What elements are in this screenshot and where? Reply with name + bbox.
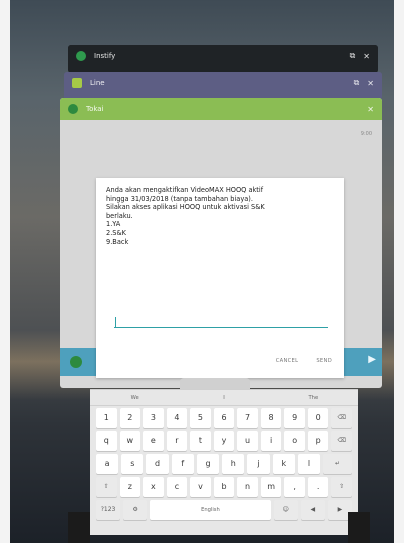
- key[interactable]: p: [307, 431, 329, 451]
- key[interactable]: z: [119, 477, 141, 497]
- space-key[interactable]: English: [150, 500, 271, 520]
- enter-key[interactable]: ↵: [323, 454, 353, 474]
- key[interactable]: x: [143, 477, 164, 497]
- app-icon: [72, 78, 82, 88]
- emoji-icon[interactable]: ☺: [273, 500, 298, 520]
- recent-app-title-1: Instify: [94, 52, 116, 60]
- key[interactable]: a: [96, 454, 119, 474]
- keyboard: We I The 1 2 3 4 5 6 7 8 9 0 ⌫ q w e r t…: [90, 389, 358, 535]
- gear-icon[interactable]: ⚙: [123, 500, 148, 520]
- key[interactable]: g: [196, 454, 220, 474]
- key[interactable]: y: [213, 431, 235, 451]
- key[interactable]: o: [284, 431, 305, 451]
- key[interactable]: j: [247, 454, 270, 474]
- key[interactable]: b: [213, 477, 235, 497]
- key[interactable]: ,: [284, 477, 305, 497]
- keyboard-row-asdf: a s d f g h j k l ↵: [96, 454, 353, 474]
- key[interactable]: 3: [143, 408, 164, 428]
- key[interactable]: 0: [307, 408, 329, 428]
- recent-app-bar-3: Tokai ✕: [60, 98, 382, 120]
- key[interactable]: e: [143, 431, 164, 451]
- key[interactable]: v: [190, 477, 211, 497]
- suggestion-3[interactable]: The: [269, 390, 358, 405]
- symbols-key[interactable]: ?123: [96, 500, 121, 520]
- key[interactable]: h: [222, 454, 245, 474]
- app-icon: [76, 51, 86, 61]
- dialog-message-line: hingga 31/03/2018 (tanpa tambahan biaya)…: [106, 194, 253, 203]
- key[interactable]: 7: [237, 408, 258, 428]
- recent-app-bar-2: Line ⧉ ✕: [64, 72, 382, 94]
- navigation-shadow-left: [68, 512, 90, 543]
- dialog-message-line: Silakan akses aplikasi HOOQ untuk aktiva…: [106, 203, 265, 212]
- close-icon[interactable]: ✕: [367, 105, 374, 114]
- navigation-shadow-right: [348, 512, 370, 543]
- dialog-message-line: berlaku.: [106, 211, 133, 220]
- backspace-key[interactable]: ⌫: [331, 408, 353, 428]
- text-cursor: [115, 317, 116, 328]
- ussd-dialog: Anda akan mengaktifkan VideoMAX HOOQ akt…: [96, 178, 344, 378]
- key[interactable]: d: [146, 454, 169, 474]
- key[interactable]: u: [237, 431, 258, 451]
- key[interactable]: 5: [190, 408, 211, 428]
- key[interactable]: n: [237, 477, 258, 497]
- key[interactable]: 9: [284, 408, 305, 428]
- shift-key[interactable]: ⇧: [96, 477, 117, 497]
- split-icon[interactable]: ⧉: [354, 78, 360, 88]
- recent-app-card-1[interactable]: Instify ⧉ ✕: [68, 45, 378, 73]
- recent-app-title-3: Tokai: [86, 105, 104, 113]
- app-icon: [68, 104, 78, 114]
- key[interactable]: 2: [119, 408, 141, 428]
- dialog-actions: CANCEL SEND: [276, 358, 332, 364]
- recent-app-card-2[interactable]: Line ⧉ ✕: [64, 72, 382, 100]
- key[interactable]: r: [166, 431, 188, 451]
- app-icon: [70, 356, 82, 368]
- recent-app-bar-1: Instify ⧉ ✕: [68, 45, 378, 67]
- key[interactable]: k: [272, 454, 295, 474]
- key[interactable]: i: [260, 431, 282, 451]
- keyboard-row-zxcv: ⇧ z x c v b n m , . ⇧: [96, 477, 353, 497]
- key[interactable]: w: [119, 431, 141, 451]
- key[interactable]: s: [121, 454, 144, 474]
- send-button[interactable]: SEND: [316, 358, 332, 364]
- cancel-button[interactable]: CANCEL: [276, 358, 299, 364]
- key[interactable]: m: [260, 477, 282, 497]
- key[interactable]: c: [166, 477, 188, 497]
- shift-key[interactable]: ⇧: [331, 477, 353, 497]
- key[interactable]: t: [190, 431, 211, 451]
- suggestion-strip: We I The: [90, 390, 358, 406]
- recent-app-title-2: Line: [90, 79, 105, 87]
- backspace-key[interactable]: ⌫: [331, 431, 353, 451]
- keyboard-row-numbers: 1 2 3 4 5 6 7 8 9 0 ⌫: [96, 408, 353, 428]
- suggestion-2[interactable]: I: [179, 390, 268, 405]
- reply-input[interactable]: [114, 316, 328, 328]
- key[interactable]: 8: [260, 408, 282, 428]
- key[interactable]: f: [171, 454, 194, 474]
- key[interactable]: .: [307, 477, 329, 497]
- close-icon[interactable]: ✕: [363, 52, 370, 61]
- key[interactable]: 6: [213, 408, 235, 428]
- close-icon[interactable]: ✕: [367, 79, 374, 88]
- keyboard-row-qwerty: q w e r t y u i o p ⌫: [96, 431, 353, 451]
- dialog-option-line: 1.YA: [106, 220, 121, 229]
- cursor-left-icon[interactable]: ◀: [300, 500, 325, 520]
- chevron-right-icon[interactable]: ▶: [368, 354, 376, 365]
- suggestion-1[interactable]: We: [90, 390, 179, 405]
- split-icon[interactable]: ⧉: [350, 51, 356, 61]
- key[interactable]: q: [96, 431, 117, 451]
- dialog-message-line: Anda akan mengaktifkan VideoMAX HOOQ akt…: [106, 186, 264, 194]
- dialog-option-line: 9.Back: [106, 237, 129, 246]
- card-small-text: 9:00: [360, 131, 372, 137]
- key[interactable]: 1: [96, 408, 117, 428]
- keyboard-row-bottom: ?123 ⚙ English ☺ ◀ ▶: [96, 500, 352, 520]
- key[interactable]: l: [297, 454, 321, 474]
- dialog-option-line: 2.S&K: [106, 228, 126, 237]
- key[interactable]: 4: [166, 408, 188, 428]
- screen: Instify ⧉ ✕ Line ⧉ ✕ Tokai ✕ 9:00 ▶ Anda…: [10, 0, 394, 543]
